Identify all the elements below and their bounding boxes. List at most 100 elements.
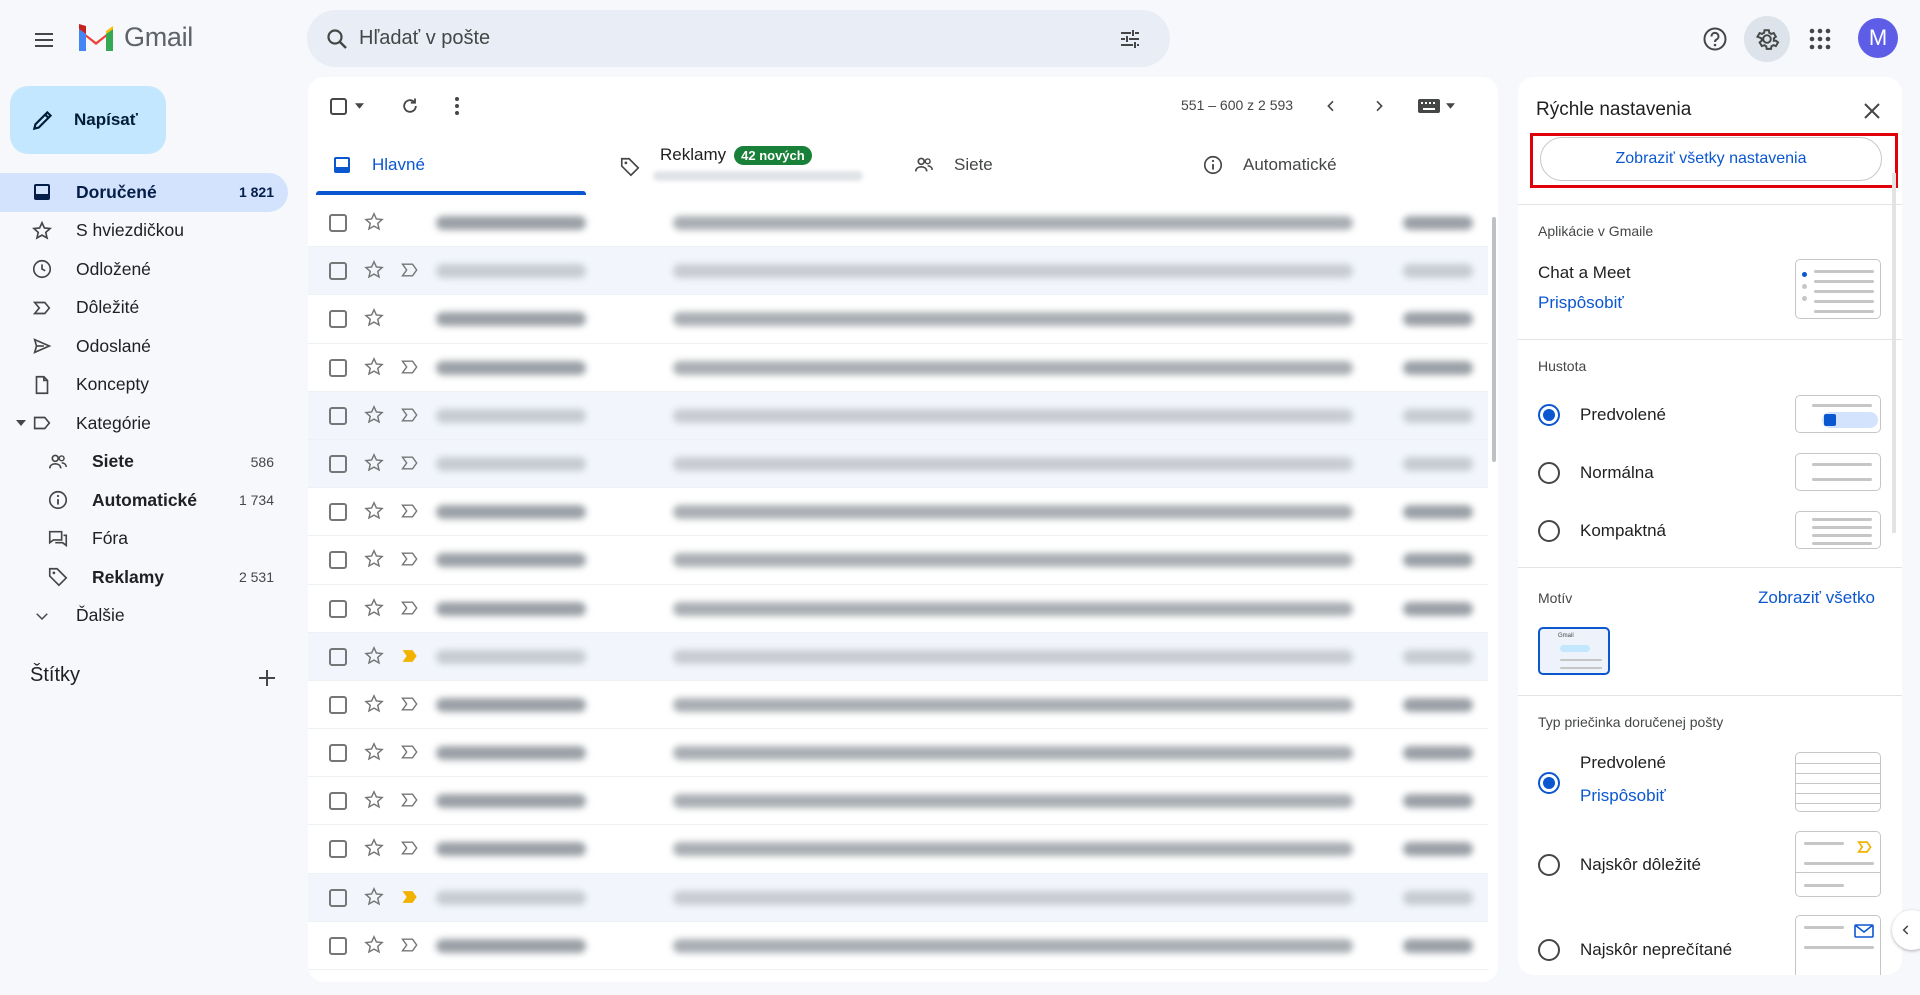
star-icon[interactable]	[363, 211, 385, 233]
search-icon[interactable]	[320, 22, 354, 56]
apps-button[interactable]	[1797, 16, 1843, 62]
row-checkbox[interactable]	[329, 214, 347, 232]
search-options-icon[interactable]	[1113, 22, 1147, 56]
message-row[interactable]	[308, 439, 1488, 489]
row-checkbox[interactable]	[329, 936, 347, 955]
sidebar-item-sent[interactable]: Odoslané	[0, 327, 288, 366]
important-marker-icon[interactable]	[400, 743, 420, 761]
theme-view-all-link[interactable]: Zobraziť všetko	[1758, 588, 1875, 608]
tab-updates[interactable]: Automatické	[1201, 135, 1337, 195]
tab-promotions[interactable]: Reklamy 42 nových	[618, 135, 863, 195]
message-row[interactable]	[308, 873, 1488, 922]
sidebar-item-social[interactable]: Siete 586	[0, 443, 288, 482]
inbox-unread-first-radio[interactable]	[1538, 939, 1560, 961]
row-checkbox[interactable]	[329, 599, 347, 618]
row-checkbox[interactable]	[329, 406, 347, 425]
account-avatar[interactable]: M	[1858, 18, 1898, 58]
main-menu-button[interactable]	[22, 18, 66, 62]
row-checkbox[interactable]	[329, 310, 347, 329]
important-marker-icon[interactable]	[400, 261, 420, 279]
customize-apps-link[interactable]: Prispôsobiť	[1538, 293, 1624, 313]
star-icon[interactable]	[363, 356, 385, 378]
star-icon[interactable]	[363, 597, 385, 619]
message-row[interactable]	[308, 344, 1488, 392]
important-marker-icon[interactable]	[400, 695, 420, 713]
message-row[interactable]	[308, 391, 1488, 440]
close-quick-settings-button[interactable]	[1854, 93, 1890, 129]
refresh-button[interactable]	[392, 88, 428, 124]
sidebar-item-forums[interactable]: Fóra	[0, 520, 288, 559]
sidebar-item-more[interactable]: Ďalšie	[0, 597, 288, 636]
star-icon[interactable]	[363, 500, 385, 522]
star-icon[interactable]	[363, 837, 385, 859]
message-row[interactable]	[308, 632, 1488, 681]
search-input[interactable]	[359, 20, 1099, 57]
row-checkbox[interactable]	[329, 551, 347, 570]
density-default-radio[interactable]	[1538, 404, 1560, 426]
older-button[interactable]	[1361, 88, 1397, 124]
message-row[interactable]	[308, 536, 1488, 585]
message-row[interactable]	[308, 922, 1488, 970]
message-row[interactable]	[308, 729, 1488, 778]
row-checkbox[interactable]	[329, 695, 347, 714]
inbox-customize-link[interactable]: Prispôsobiť	[1580, 786, 1666, 806]
row-checkbox[interactable]	[329, 840, 347, 859]
newer-button[interactable]	[1313, 88, 1349, 124]
star-icon[interactable]	[363, 886, 385, 908]
star-icon[interactable]	[363, 645, 385, 667]
sidebar-item-inbox[interactable]: Doručené 1 821	[0, 173, 288, 212]
sidebar-item-snoozed[interactable]: Odložené	[0, 250, 288, 289]
inbox-default-radio[interactable]	[1538, 772, 1560, 794]
sidebar-item-important[interactable]: Dôležité	[0, 289, 288, 328]
message-row[interactable]	[308, 295, 1488, 344]
important-marker-icon[interactable]	[400, 454, 420, 472]
compose-button[interactable]: Napísať	[10, 86, 166, 154]
row-checkbox[interactable]	[329, 888, 347, 907]
important-marker-icon[interactable]	[400, 839, 420, 857]
message-row[interactable]	[308, 199, 1488, 248]
settings-button[interactable]	[1744, 16, 1790, 62]
inbox-important-first-radio[interactable]	[1538, 854, 1560, 876]
help-button[interactable]	[1692, 16, 1738, 62]
row-checkbox[interactable]	[329, 358, 347, 377]
important-marker-icon[interactable]	[400, 358, 420, 376]
message-row[interactable]	[308, 488, 1488, 537]
density-compact-radio[interactable]	[1538, 520, 1560, 542]
row-checkbox[interactable]	[329, 647, 347, 666]
important-marker-icon[interactable]	[400, 502, 420, 520]
quick-settings-scrollbar[interactable]	[1892, 173, 1896, 533]
star-icon[interactable]	[363, 548, 385, 570]
message-row[interactable]	[308, 777, 1488, 826]
create-label-button[interactable]	[252, 663, 282, 693]
important-marker-icon[interactable]	[400, 599, 420, 617]
row-checkbox[interactable]	[329, 792, 347, 811]
important-marker-icon-filled[interactable]	[400, 888, 420, 906]
sidebar-item-drafts[interactable]: Koncepty	[0, 366, 288, 405]
density-normal-radio[interactable]	[1538, 462, 1560, 484]
star-icon[interactable]	[363, 307, 385, 329]
star-icon[interactable]	[363, 789, 385, 811]
star-icon[interactable]	[363, 741, 385, 763]
sidebar-item-starred[interactable]: S hviezdičkou	[0, 212, 288, 251]
more-options-button[interactable]	[439, 88, 475, 124]
message-row[interactable]	[308, 585, 1488, 633]
row-checkbox[interactable]	[329, 262, 347, 281]
star-icon[interactable]	[363, 259, 385, 281]
important-marker-icon[interactable]	[400, 550, 420, 568]
row-checkbox[interactable]	[329, 744, 347, 763]
sidebar-item-promotions[interactable]: Reklamy 2 531	[0, 558, 288, 597]
gmail-logo[interactable]: Gmail	[76, 22, 193, 53]
important-marker-icon[interactable]	[400, 791, 420, 809]
important-marker-icon-filled[interactable]	[400, 647, 420, 665]
sidebar-item-categories[interactable]: Kategórie	[0, 404, 288, 443]
sidebar-item-updates[interactable]: Automatické 1 734	[0, 481, 288, 520]
theme-thumbnail[interactable]: Gmail	[1538, 627, 1610, 675]
star-icon[interactable]	[363, 693, 385, 715]
star-icon[interactable]	[363, 404, 385, 426]
message-row[interactable]	[308, 825, 1488, 874]
message-row[interactable]	[308, 681, 1488, 730]
mail-list-scrollbar[interactable]	[1492, 217, 1496, 462]
select-all-checkbox[interactable]	[322, 88, 372, 124]
star-icon[interactable]	[363, 934, 385, 956]
tab-primary[interactable]: Hlavné	[330, 135, 425, 195]
